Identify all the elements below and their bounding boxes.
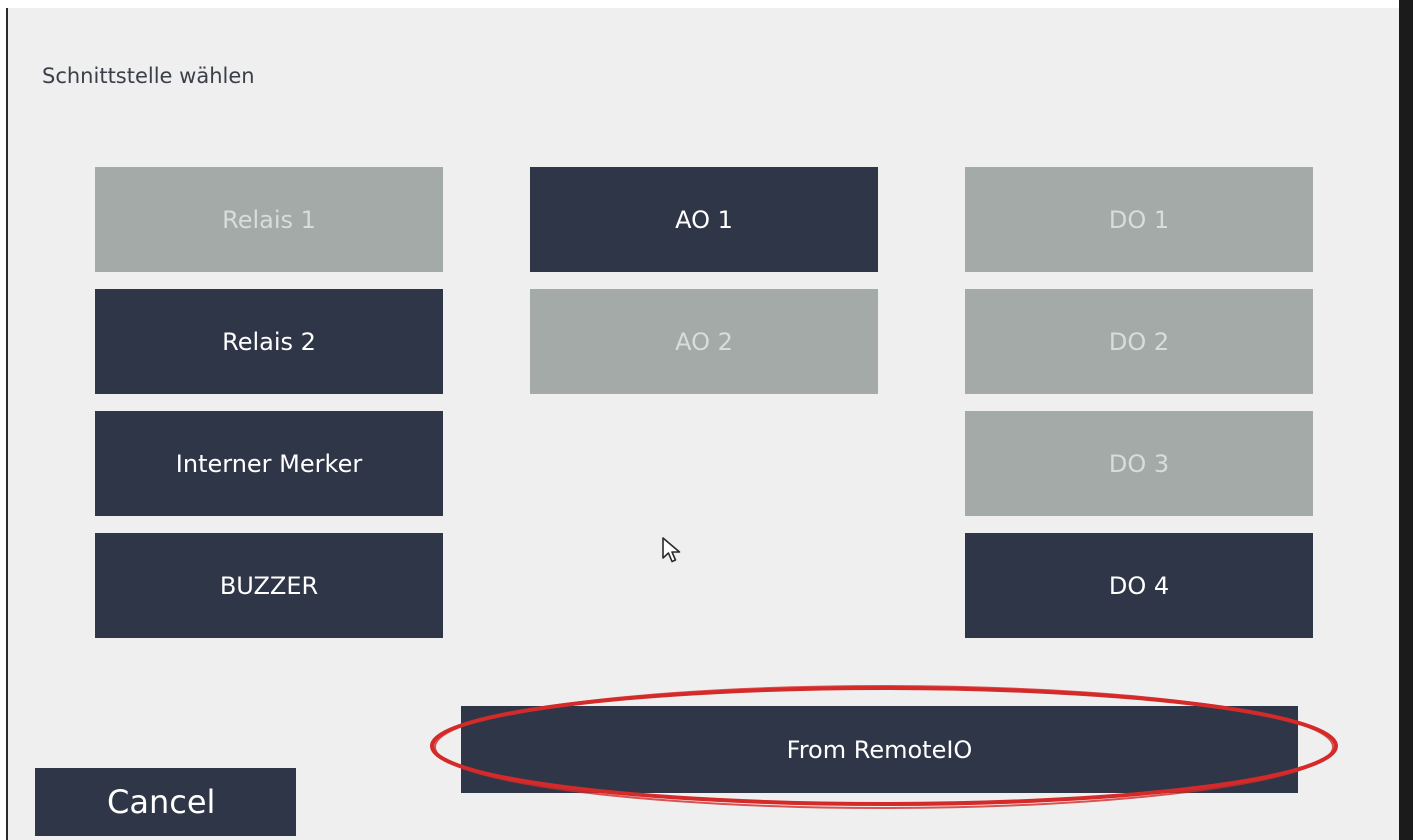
buzzer-button[interactable]: BUZZER <box>95 533 443 638</box>
ao-1-button[interactable]: AO 1 <box>530 167 878 272</box>
mouse-pointer-icon <box>662 537 681 563</box>
relais-1-button[interactable]: Relais 1 <box>95 167 443 272</box>
ao-2-button[interactable]: AO 2 <box>530 289 878 394</box>
window-right-edge <box>1399 0 1413 840</box>
relais-2-button[interactable]: Relais 2 <box>95 289 443 394</box>
do-2-button[interactable]: DO 2 <box>965 289 1313 394</box>
do-4-button[interactable]: DO 4 <box>965 533 1313 638</box>
internal-marker-button[interactable]: Interner Merker <box>95 411 443 516</box>
from-remoteio-button[interactable]: From RemoteIO <box>461 706 1298 793</box>
do-1-button[interactable]: DO 1 <box>965 167 1313 272</box>
do-3-button[interactable]: DO 3 <box>965 411 1313 516</box>
cancel-button[interactable]: Cancel <box>35 768 296 836</box>
dialog-title: Schnittstelle wählen <box>42 64 255 88</box>
window-top-strip <box>0 0 1399 8</box>
